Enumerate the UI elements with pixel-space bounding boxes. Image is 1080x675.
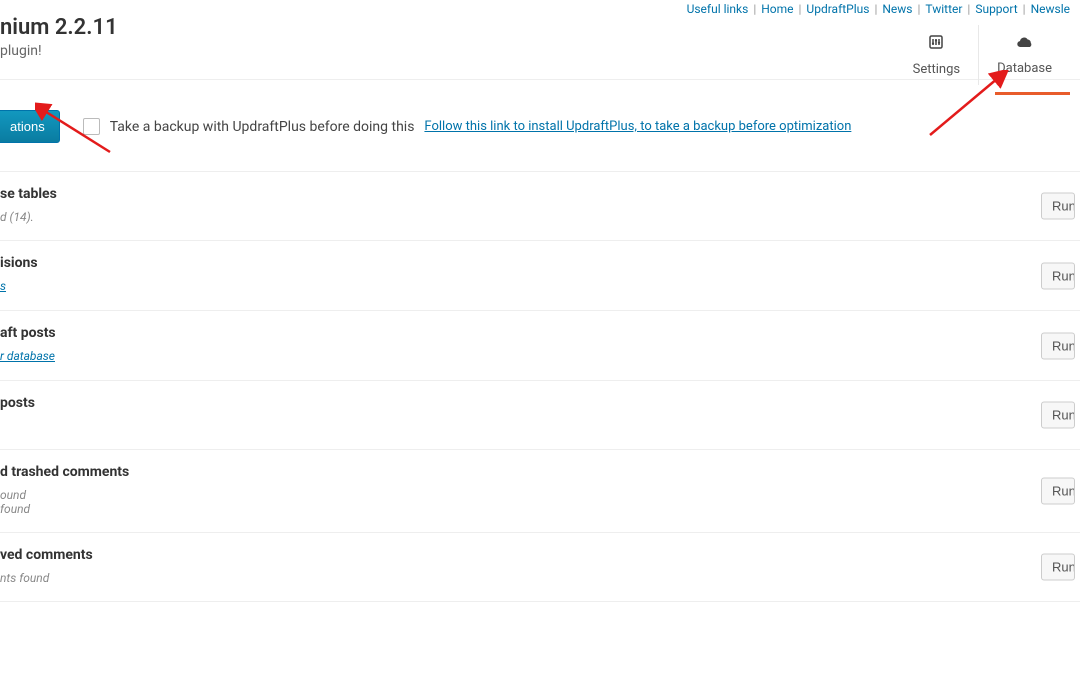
run-optimizations-button[interactable]: ations bbox=[0, 110, 60, 143]
run-button[interactable]: Run bbox=[1041, 402, 1075, 429]
cloud-icon bbox=[1015, 34, 1035, 55]
section-trashed-comments: d trashed comments ound found Run bbox=[0, 450, 1080, 533]
section-draft-posts: aft posts r database Run bbox=[0, 311, 1080, 381]
link-support[interactable]: Support bbox=[975, 2, 1017, 16]
section-desc: ound bbox=[0, 488, 1080, 502]
tab-underline bbox=[995, 92, 1070, 95]
section-title: posts bbox=[0, 395, 1080, 411]
top-nav-links: Useful links | Home | UpdraftPlus | News… bbox=[687, 0, 1070, 18]
run-button[interactable]: Run bbox=[1041, 554, 1075, 581]
backup-label: Take a backup with UpdraftPlus before do… bbox=[110, 119, 415, 135]
tab-database[interactable]: Database bbox=[978, 25, 1070, 85]
tab-database-label: Database bbox=[997, 61, 1052, 76]
section-title: isions bbox=[0, 255, 1080, 271]
run-button[interactable]: Run bbox=[1041, 262, 1075, 289]
section-title: aft posts bbox=[0, 325, 1080, 341]
tab-settings[interactable]: Settings bbox=[895, 25, 978, 85]
run-button[interactable]: Run bbox=[1041, 478, 1075, 505]
backup-checkbox-wrap: Take a backup with UpdraftPlus before do… bbox=[83, 118, 852, 135]
tabs-container: Settings Database bbox=[895, 25, 1070, 85]
backup-checkbox[interactable] bbox=[83, 118, 100, 135]
run-button[interactable]: Run bbox=[1041, 332, 1075, 359]
section-title: d trashed comments bbox=[0, 464, 1080, 480]
section-desc-link[interactable]: s bbox=[0, 279, 6, 293]
section-title: ved comments bbox=[0, 547, 1080, 563]
section-desc: nts found bbox=[0, 571, 1080, 585]
link-updraftplus[interactable]: UpdraftPlus bbox=[806, 2, 869, 16]
link-useful[interactable]: Useful links bbox=[687, 2, 749, 16]
section-desc bbox=[0, 419, 1080, 433]
tab-settings-label: Settings bbox=[913, 62, 960, 77]
sliders-icon bbox=[927, 33, 945, 56]
install-updraftplus-link[interactable]: Follow this link to install UpdraftPlus,… bbox=[424, 119, 851, 134]
link-newsletter[interactable]: Newsle bbox=[1031, 2, 1070, 16]
section-desc: d (14). bbox=[0, 210, 1080, 224]
section-desc2: found bbox=[0, 502, 1080, 516]
section-trashed-posts: posts Run bbox=[0, 381, 1080, 450]
link-home[interactable]: Home bbox=[761, 2, 793, 16]
section-revisions: isions s Run bbox=[0, 241, 1080, 311]
link-news[interactable]: News bbox=[882, 2, 912, 16]
section-unapproved-comments: ved comments nts found Run bbox=[0, 533, 1080, 602]
section-optimize-tables: se tables d (14). Run bbox=[0, 172, 1080, 241]
section-desc-link[interactable]: r database bbox=[0, 349, 55, 363]
run-button[interactable]: Run bbox=[1041, 193, 1075, 220]
link-twitter[interactable]: Twitter bbox=[925, 2, 962, 16]
section-title: se tables bbox=[0, 186, 1080, 202]
action-bar: ations Take a backup with UpdraftPlus be… bbox=[0, 80, 1080, 172]
